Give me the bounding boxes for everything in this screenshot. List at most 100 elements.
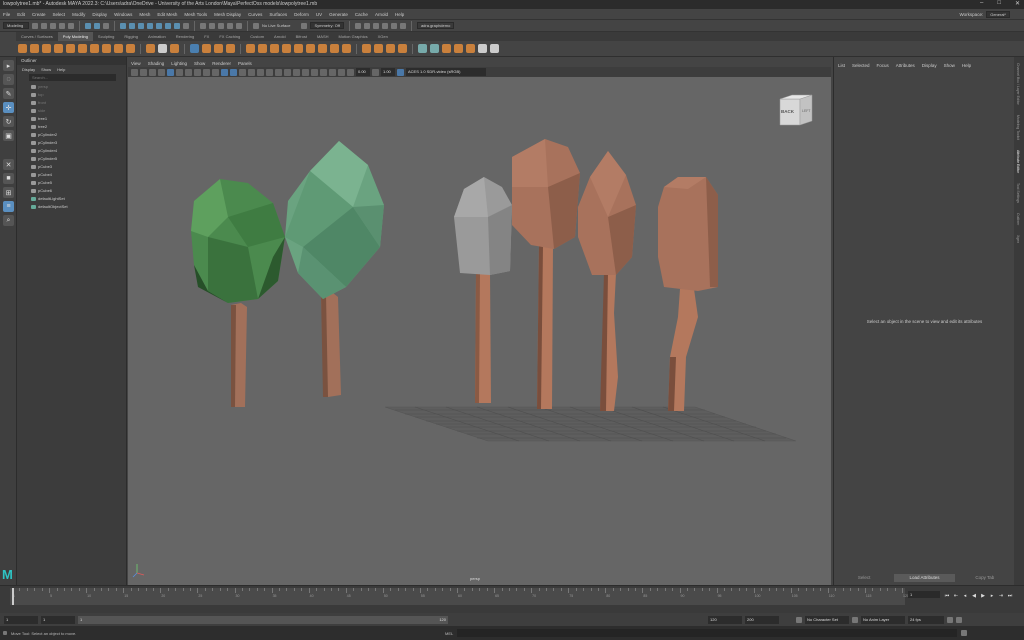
- menu-uv[interactable]: UV: [316, 12, 322, 17]
- poly-torus-icon[interactable]: [66, 44, 75, 53]
- motion-blur-icon[interactable]: [284, 68, 291, 76]
- poly-cylinder-icon[interactable]: [42, 44, 51, 53]
- playback-start-field[interactable]: 1: [41, 615, 75, 624]
- mask-handles-icon[interactable]: [129, 22, 135, 29]
- outliner-item[interactable]: tree1: [17, 115, 126, 123]
- select-component-icon[interactable]: [103, 22, 109, 29]
- snap-point-icon[interactable]: [218, 22, 224, 29]
- attr-menu-focus[interactable]: Focus: [877, 63, 889, 68]
- playback-end-field[interactable]: 120: [708, 615, 742, 624]
- attr-menu-list[interactable]: List: [838, 63, 845, 68]
- load-attributes-button[interactable]: Load Attributes: [894, 574, 955, 582]
- tree-light-green[interactable]: [285, 141, 384, 397]
- menu-modify[interactable]: Modify: [72, 12, 85, 17]
- image-plane-icon[interactable]: [158, 68, 165, 76]
- menu-arnold[interactable]: Arnold: [375, 12, 388, 17]
- select-button[interactable]: Select: [834, 574, 894, 582]
- shelf-tab-rigging[interactable]: Rigging: [119, 32, 143, 41]
- grid-icon[interactable]: [167, 68, 174, 76]
- undo-icon[interactable]: [59, 22, 65, 29]
- menu-windows[interactable]: Windows: [114, 12, 132, 17]
- wireframe-icon[interactable]: [221, 68, 228, 76]
- render-settings-icon[interactable]: [381, 22, 388, 29]
- snap-curve-icon[interactable]: [209, 22, 215, 29]
- mask-deform-icon[interactable]: [165, 22, 171, 29]
- tree-brown-tall[interactable]: [512, 139, 580, 409]
- viewport-menu-show[interactable]: Show: [194, 61, 205, 66]
- select-hierarchy-icon[interactable]: [85, 22, 91, 29]
- attr-menu-display[interactable]: Display: [922, 63, 937, 68]
- tree-brown-box[interactable]: [658, 177, 718, 411]
- reduce-icon[interactable]: [478, 44, 487, 53]
- extrude-icon[interactable]: [246, 44, 255, 53]
- combine-icon[interactable]: [190, 44, 199, 53]
- viewport-menu-view[interactable]: View: [131, 61, 141, 66]
- anim-prefs-icon[interactable]: [956, 616, 962, 623]
- bevel-icon[interactable]: [270, 44, 279, 53]
- auto-key-icon[interactable]: [947, 616, 953, 623]
- menu-cache[interactable]: Cache: [355, 12, 368, 17]
- redo-icon[interactable]: [68, 22, 74, 29]
- current-frame-field[interactable]: 1: [908, 591, 940, 598]
- slide-edge-icon[interactable]: [442, 44, 451, 53]
- view-cube-back-label[interactable]: BACK: [781, 109, 795, 114]
- outliner-item[interactable]: persp: [17, 83, 126, 91]
- shelf-tab-curves-surfaces[interactable]: Curves / Surfaces: [16, 32, 58, 41]
- anim-layer-dropdown[interactable]: No Anim Layer: [861, 615, 905, 624]
- fill-hole-icon[interactable]: [294, 44, 303, 53]
- select-camera-icon[interactable]: [131, 68, 138, 76]
- textured-icon[interactable]: [248, 68, 255, 76]
- live-surface-icon[interactable]: [253, 22, 259, 29]
- anim-layer-icon[interactable]: [852, 616, 858, 623]
- live-surface-label[interactable]: No Live Surface: [262, 23, 290, 28]
- sweep-mesh-icon[interactable]: [126, 44, 135, 53]
- menu-select[interactable]: Select: [53, 12, 66, 17]
- select-tool-icon[interactable]: ▸: [3, 60, 14, 71]
- go-to-end-icon[interactable]: ⏭: [1007, 593, 1013, 599]
- outliner-item[interactable]: front: [17, 99, 126, 107]
- command-input[interactable]: [457, 629, 958, 637]
- side-tab-modeling-toolkit[interactable]: Modeling Toolkit: [1016, 115, 1020, 140]
- shelf-tab-mash[interactable]: MASH: [312, 32, 334, 41]
- multi-cut-icon[interactable]: [362, 44, 371, 53]
- wireframe-on-shaded-icon[interactable]: [239, 68, 246, 76]
- menu-display[interactable]: Display: [92, 12, 107, 17]
- arnold-render-icon[interactable]: [399, 22, 406, 29]
- menu-set-dropdown[interactable]: Modeling: [3, 22, 29, 29]
- depth-of-field-icon[interactable]: [302, 68, 309, 76]
- menu-help[interactable]: Help: [395, 12, 404, 17]
- menu-curves[interactable]: Curves: [248, 12, 262, 17]
- shelf-tab-fx[interactable]: FX: [199, 32, 214, 41]
- offset-loop-icon[interactable]: [430, 44, 439, 53]
- side-tab-channel-box-layer-editor[interactable]: Channel Box / Layer Editor: [1016, 63, 1020, 105]
- new-scene-icon[interactable]: [32, 22, 38, 29]
- side-tab-attribute-editor[interactable]: Attribute Editor: [1016, 150, 1020, 173]
- view-cube[interactable]: BACK LEFT: [779, 94, 813, 126]
- shelf-tab-arnold[interactable]: Arnold: [269, 32, 291, 41]
- svg-icon[interactable]: [170, 44, 179, 53]
- poly-disc-icon[interactable]: [90, 44, 99, 53]
- tree-grey[interactable]: [454, 177, 512, 403]
- menu-edit[interactable]: Edit: [17, 12, 25, 17]
- view-transform-dropdown[interactable]: ACES 1.0 SDR-video (sRGB): [406, 68, 486, 76]
- outliner-item[interactable]: pCylinder2: [17, 131, 126, 139]
- move-tool-icon[interactable]: ✛: [3, 102, 14, 113]
- open-scene-icon[interactable]: [41, 22, 47, 29]
- merge-icon[interactable]: [306, 44, 315, 53]
- backface-culling-icon[interactable]: [338, 68, 345, 76]
- outliner-item[interactable]: pCylinder4: [17, 147, 126, 155]
- go-to-start-icon[interactable]: ⏮: [944, 593, 950, 599]
- target-weld-icon[interactable]: [374, 44, 383, 53]
- character-set-icon[interactable]: [796, 616, 802, 623]
- outliner-item[interactable]: side: [17, 107, 126, 115]
- attr-menu-selected[interactable]: Selected: [852, 63, 870, 68]
- minimize-button[interactable]: –: [980, 0, 983, 9]
- time-slider[interactable]: 1510152025303540455055606570758085909510…: [0, 585, 1024, 613]
- tree-dark-green[interactable]: [191, 179, 285, 407]
- smooth-icon[interactable]: [214, 44, 223, 53]
- lasso-tool-icon[interactable]: ◌: [3, 74, 14, 85]
- workspace-dropdown[interactable]: General*: [986, 11, 1010, 18]
- lock-camera-icon[interactable]: [140, 68, 147, 76]
- super-shape-icon[interactable]: [114, 44, 123, 53]
- snap-live-icon[interactable]: [236, 22, 242, 29]
